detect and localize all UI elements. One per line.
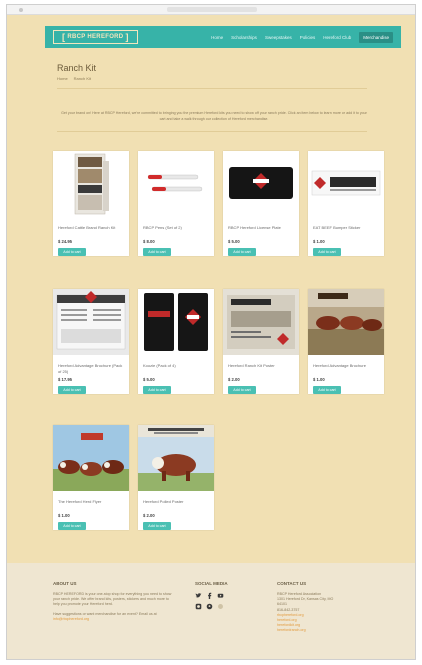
add-to-cart-button[interactable]: Add to cart — [58, 522, 86, 530]
site-logo-text: RBCP HEREFORD — [67, 34, 124, 40]
divider — [57, 131, 367, 132]
product-card[interactable]: RBCP Hereford License Plate $ 5.00 Add t… — [223, 151, 299, 256]
nav-link-merchandise[interactable]: Merchandise — [359, 31, 393, 43]
product-price: $ 5.00 — [143, 377, 155, 382]
footer-about-text: RBCP HEREFORD is your one-stop shop for … — [53, 592, 172, 607]
nav-link-policies[interactable]: Policies — [300, 35, 316, 40]
intro-text: Get your brand on! Here at RBCP Hereford… — [61, 111, 367, 121]
add-to-cart-button[interactable]: Add to cart — [228, 248, 256, 256]
product-price: $ 1.00 — [313, 377, 325, 382]
browser-window: [ RBCP HEREFORD ] Home Scholarships Swee… — [6, 4, 416, 660]
footer-social-heading: SOCIAL MEDIA — [195, 581, 228, 586]
youtube-icon[interactable] — [217, 592, 224, 599]
other-social-icon[interactable] — [217, 603, 224, 610]
add-to-cart-button[interactable]: Add to cart — [58, 386, 86, 394]
footer-social: SOCIAL MEDIA — [195, 581, 265, 614]
product-price: $ 2.00 — [143, 513, 155, 518]
add-to-cart-button[interactable]: Add to cart — [313, 386, 341, 394]
product-name[interactable]: Hereford Polled Poster — [143, 499, 209, 510]
product-price: $ 17.95 — [58, 377, 72, 382]
product-price: $ 1.00 — [313, 239, 325, 244]
product-card[interactable]: EAT BEEF Bumper Sticker $ 1.00 Add to ca… — [308, 151, 384, 256]
address-bar[interactable] — [167, 7, 257, 12]
add-to-cart-button[interactable]: Add to cart — [313, 248, 341, 256]
nav-link-home[interactable]: Home — [211, 35, 223, 40]
footer-about: ABOUT US RBCP HEREFORD is your one-stop … — [53, 581, 173, 622]
product-card[interactable]: Koozie (Pack of 4) $ 5.00 Add to cart — [138, 289, 214, 394]
footer-suggest-text: Have suggestions or want merchandise for… — [53, 611, 157, 616]
product-image-polled-poster[interactable] — [138, 425, 214, 491]
facebook-icon[interactable] — [206, 592, 213, 599]
product-name[interactable]: Koozie (Pack of 4) — [143, 363, 209, 374]
product-name[interactable]: Hereford Advantage Brochure — [313, 363, 379, 374]
footer-contact-heading: CONTACT US — [277, 581, 307, 586]
product-price: $ 8.00 — [143, 239, 155, 244]
product-name[interactable]: The Hereford Herd Flyer — [58, 499, 124, 510]
divider — [57, 88, 367, 89]
product-price: $ 1.00 — [58, 513, 70, 518]
site-footer: ABOUT US RBCP HEREFORD is your one-stop … — [7, 563, 415, 659]
product-card[interactable]: RBCP Pens (Set of 2) $ 8.00 Add to cart — [138, 151, 214, 256]
breadcrumb-current: Ranch Kit — [73, 76, 92, 81]
add-to-cart-button[interactable]: Add to cart — [143, 386, 171, 394]
product-image-advantage-brochure[interactable] — [53, 289, 129, 355]
add-to-cart-button[interactable]: Add to cart — [143, 248, 171, 256]
add-to-cart-button[interactable]: Add to cart — [228, 386, 256, 394]
product-card[interactable]: Hereford Advantage Brochure (Pack of 25)… — [53, 289, 129, 394]
product-name[interactable]: Hereford Advantage Brochure (Pack of 25) — [58, 363, 124, 374]
product-image-cattle-brochure[interactable] — [308, 289, 384, 355]
product-name[interactable]: RBCP Pens (Set of 2) — [143, 225, 209, 236]
instagram-icon[interactable] — [195, 603, 202, 610]
product-card[interactable]: Hereford Cattle Brand Ranch Kit $ 24.95 … — [53, 151, 129, 256]
page-title: Ranch Kit — [57, 63, 97, 73]
product-image-license-plate[interactable] — [223, 151, 299, 217]
product-price: $ 5.00 — [228, 239, 240, 244]
nav-links: Home Scholarships Sweepstakes Policies H… — [211, 31, 393, 43]
browser-menu-icon[interactable] — [19, 8, 23, 12]
nav-link-hereford-club[interactable]: Hereford Club — [323, 35, 351, 40]
product-card[interactable]: Hereford Advantage Brochure $ 1.00 Add t… — [308, 289, 384, 394]
product-name[interactable]: Hereford Ranch Kit Poster — [228, 363, 294, 374]
product-price: $ 24.95 — [58, 239, 72, 244]
footer-contact: CONTACT US RBCP Hereford Association 130… — [277, 581, 387, 634]
pinterest-icon[interactable] — [206, 603, 213, 610]
breadcrumb-home[interactable]: Home — [57, 76, 68, 81]
contact-link[interactable]: herefordranch.org — [277, 628, 387, 633]
product-image-herd-flyer[interactable] — [53, 425, 129, 491]
product-name[interactable]: Hereford Cattle Brand Ranch Kit — [58, 225, 124, 236]
product-name[interactable]: EAT BEEF Bumper Sticker — [313, 225, 379, 236]
product-card[interactable]: Hereford Polled Poster $ 2.00 Add to car… — [138, 425, 214, 530]
nav-link-sweepstakes[interactable]: Sweepstakes — [265, 35, 292, 40]
browser-chrome — [7, 5, 415, 15]
add-to-cart-button[interactable]: Add to cart — [58, 248, 86, 256]
product-image-eat-beef-sticker[interactable] — [308, 151, 384, 217]
product-image-koozie[interactable] — [138, 289, 214, 355]
product-image-brochure-kit[interactable] — [53, 151, 129, 217]
product-image-pens[interactable] — [138, 151, 214, 217]
twitter-icon[interactable] — [195, 592, 202, 599]
footer-email-link[interactable]: info@rbcphereford.org — [53, 617, 89, 621]
add-to-cart-button[interactable]: Add to cart — [143, 522, 171, 530]
site-logo[interactable]: [ RBCP HEREFORD ] — [53, 30, 138, 44]
product-card[interactable]: Hereford Ranch Kit Poster $ 2.00 Add to … — [223, 289, 299, 394]
product-price: $ 2.00 — [228, 377, 240, 382]
main-nav: [ RBCP HEREFORD ] Home Scholarships Swee… — [45, 26, 401, 48]
nav-link-scholarships[interactable]: Scholarships — [231, 35, 257, 40]
breadcrumb: Home Ranch Kit — [57, 76, 91, 81]
product-image-ranch-poster[interactable] — [223, 289, 299, 355]
product-card[interactable]: The Hereford Herd Flyer $ 1.00 Add to ca… — [53, 425, 129, 530]
product-name[interactable]: RBCP Hereford License Plate — [228, 225, 294, 236]
footer-about-heading: ABOUT US — [53, 581, 77, 586]
